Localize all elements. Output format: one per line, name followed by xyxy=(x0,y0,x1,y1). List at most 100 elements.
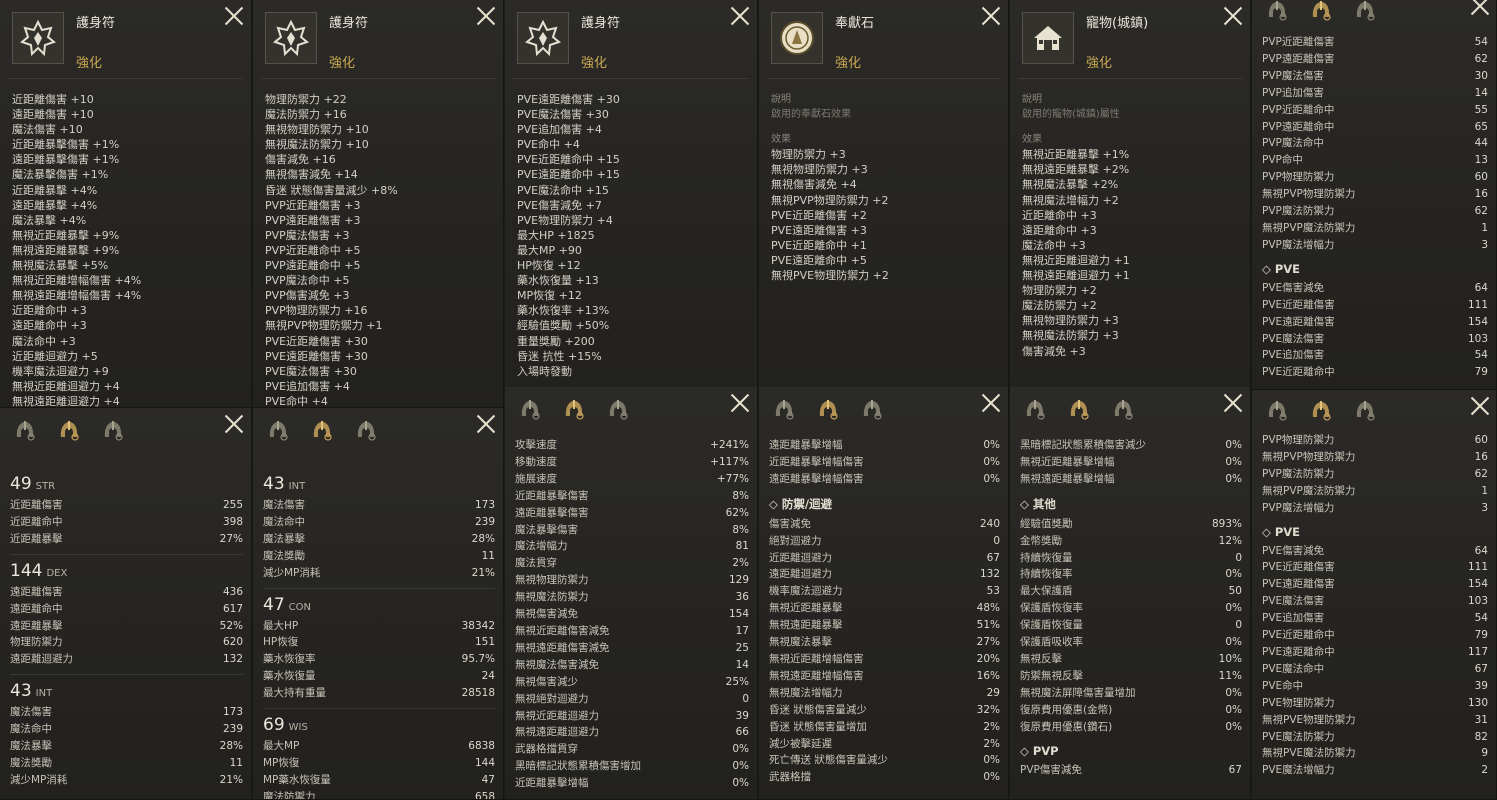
close-icon[interactable] xyxy=(224,414,244,434)
stat-value: 44 xyxy=(1474,137,1488,150)
close-icon[interactable] xyxy=(1470,396,1490,416)
stat-row: 藥水恢復量 24 xyxy=(263,668,495,685)
stat-value: 620 xyxy=(222,636,243,649)
stat-value: 17 xyxy=(735,624,749,637)
close-icon[interactable] xyxy=(1223,393,1243,413)
stat-row: PVP遠距離命中 65 xyxy=(1262,119,1488,136)
stat-value: 11% xyxy=(1218,669,1242,682)
character-tab-helmet-icon[interactable] xyxy=(1306,0,1336,26)
close-icon[interactable] xyxy=(730,6,750,26)
stat-name: 魔法增幅力 xyxy=(515,540,568,553)
stat-name: 無視遠距離暴擊增幅 xyxy=(1020,472,1115,485)
character-tab-helmet-icon[interactable] xyxy=(1064,395,1094,425)
bonus-line: 無視遠距離暴擊 +2% xyxy=(1022,163,1130,177)
item-subtitle: 強化 xyxy=(581,56,608,71)
stat-name: 無視PVP魔法防禦力 xyxy=(1262,221,1356,234)
stat-name: 遠距離傷害 xyxy=(10,585,63,598)
character-tab-helmet-icon[interactable] xyxy=(1306,396,1336,426)
stat-value: 0% xyxy=(1225,636,1242,649)
ability-name: WIS xyxy=(288,722,308,734)
item-detail-panel: 寵物(城鎮) 強化 說明 啟用的寵物(城鎮)屬性 效果 無視近距離暴擊 +1% 無視遠距離暴… xyxy=(1010,0,1251,408)
stat-name: PVE近距離傷害 xyxy=(1262,298,1335,311)
character-tab-helmet-icon[interactable] xyxy=(1350,0,1380,26)
stat-value: 21% xyxy=(219,773,243,786)
stats-list: 黑暗標記狀態累積傷害減少 0% 無視近距離暴擊增幅 0% 無視遠距離暴擊增幅 0% ◇ 其他… xyxy=(1020,437,1242,778)
stats-panel: 遠距離暴擊增幅 0% 近距離暴擊增幅傷害 0% 遠距離暴擊增幅傷害 0% ◇ 防禦/迴避 傷害… xyxy=(759,387,1009,800)
character-tab-helmet-icon[interactable] xyxy=(769,395,799,425)
stat-value: 117 xyxy=(1467,645,1488,658)
stat-value: 0% xyxy=(1225,568,1242,581)
character-tab-helmet-icon[interactable] xyxy=(263,416,293,446)
character-tab-helmet-icon[interactable] xyxy=(515,395,545,425)
character-tab-helmet-icon[interactable] xyxy=(1262,0,1292,26)
bonus-line: 經驗值獎勵 +50% xyxy=(517,319,610,333)
bonus-line: PVE魔法傷害 +30 xyxy=(265,364,357,378)
stat-row: 魔法命中 239 xyxy=(263,514,495,531)
ability-name: INT xyxy=(35,688,53,700)
stat-row: 攻擊速度 +241% xyxy=(515,437,749,454)
stat-row: PVP遠距離傷害 62 xyxy=(1262,51,1488,68)
bonus-line: PVE傷害減免 +7 xyxy=(517,198,602,212)
stat-row: 傷害減免 240 xyxy=(769,516,1000,533)
stat-name: 防禦無視反擊 xyxy=(1020,669,1083,682)
bonus-line: PVE遠距離傷害 +3 xyxy=(771,223,867,237)
stat-name: PVP近距離傷害 xyxy=(1262,36,1335,48)
close-icon[interactable] xyxy=(224,6,244,26)
character-tab-helmet-icon[interactable] xyxy=(559,395,589,425)
stat-name: 移動速度 xyxy=(515,455,557,468)
bonus-line: 無視物理防禦力 +10 xyxy=(265,123,369,137)
item-subtitle: 強化 xyxy=(76,56,103,71)
stat-row: PVE魔法增幅力 2 xyxy=(1262,762,1488,779)
stat-value: 0% xyxy=(1225,720,1242,733)
close-icon[interactable] xyxy=(730,393,750,413)
stat-row: 保護盾恢復量 0 xyxy=(1020,617,1242,634)
close-icon[interactable] xyxy=(1470,0,1490,16)
divider xyxy=(263,708,495,710)
stat-name: 遠距離迴避力 xyxy=(10,653,73,666)
stat-name: 無視魔法增幅力 xyxy=(769,686,843,699)
close-icon[interactable] xyxy=(981,393,1001,413)
description-text: 啟用的奉獻石效果 xyxy=(771,109,851,121)
character-tab-helmet-icon[interactable] xyxy=(307,416,337,446)
bonus-line: 近距離暴擊 +4% xyxy=(12,183,98,197)
stat-name: PVP魔法增幅力 xyxy=(1262,501,1335,514)
stat-row: 魔法傷害 173 xyxy=(263,497,495,514)
character-tab-helmet-icon[interactable] xyxy=(10,416,40,446)
stat-name: PVP遠距離命中 xyxy=(1262,120,1335,133)
stat-value: 0% xyxy=(1225,439,1242,451)
ability-value: 69 xyxy=(263,715,285,736)
character-tab-helmet-icon[interactable] xyxy=(1020,395,1050,425)
stat-row: 機率魔法迴避力 53 xyxy=(769,583,1000,600)
character-tab-helmet-icon[interactable] xyxy=(1262,396,1292,426)
character-tab-helmet-icon[interactable] xyxy=(1350,396,1380,426)
bonus-line: 物理防禦力 +3 xyxy=(771,148,846,162)
stat-name: 黑暗標記狀態累積傷害增加 xyxy=(515,760,641,773)
stat-name: PVP魔法防禦力 xyxy=(1262,205,1335,218)
close-icon[interactable] xyxy=(476,6,496,26)
offering-stone-icon xyxy=(771,12,823,64)
stat-value: 436 xyxy=(222,585,243,598)
close-icon[interactable] xyxy=(981,6,1001,26)
close-icon[interactable] xyxy=(1223,6,1243,26)
character-tab-helmet-icon[interactable] xyxy=(813,395,843,425)
bonus-line: 無視PVE物理防禦力 +2 xyxy=(771,269,889,283)
character-tab-helmet-icon[interactable] xyxy=(1108,395,1138,425)
stat-row: 近距離傷害 255 xyxy=(10,497,243,514)
stat-value: 154 xyxy=(728,608,749,621)
stat-name: 絕對迴避力 xyxy=(769,534,822,547)
character-tab-helmet-icon[interactable] xyxy=(54,416,84,446)
character-tab-helmet-icon[interactable] xyxy=(857,395,887,425)
close-icon[interactable] xyxy=(476,414,496,434)
stat-value: 398 xyxy=(222,515,243,528)
stat-row: MP藥水恢復量 47 xyxy=(263,772,495,789)
stat-value: 2% xyxy=(983,737,1000,750)
item-title: 奉獻石 xyxy=(835,16,875,31)
stat-value: +77% xyxy=(716,472,749,485)
item-title: 護身符 xyxy=(329,16,369,31)
bonus-line: PVP遠距離命中 +5 xyxy=(265,259,361,273)
stat-row: PVE傷害減免 64 xyxy=(1262,280,1488,297)
character-tab-helmet-icon[interactable] xyxy=(603,395,633,425)
ability-value: 43 xyxy=(10,681,32,702)
character-tab-helmet-icon[interactable] xyxy=(98,416,128,446)
character-tab-helmet-icon[interactable] xyxy=(351,416,381,446)
